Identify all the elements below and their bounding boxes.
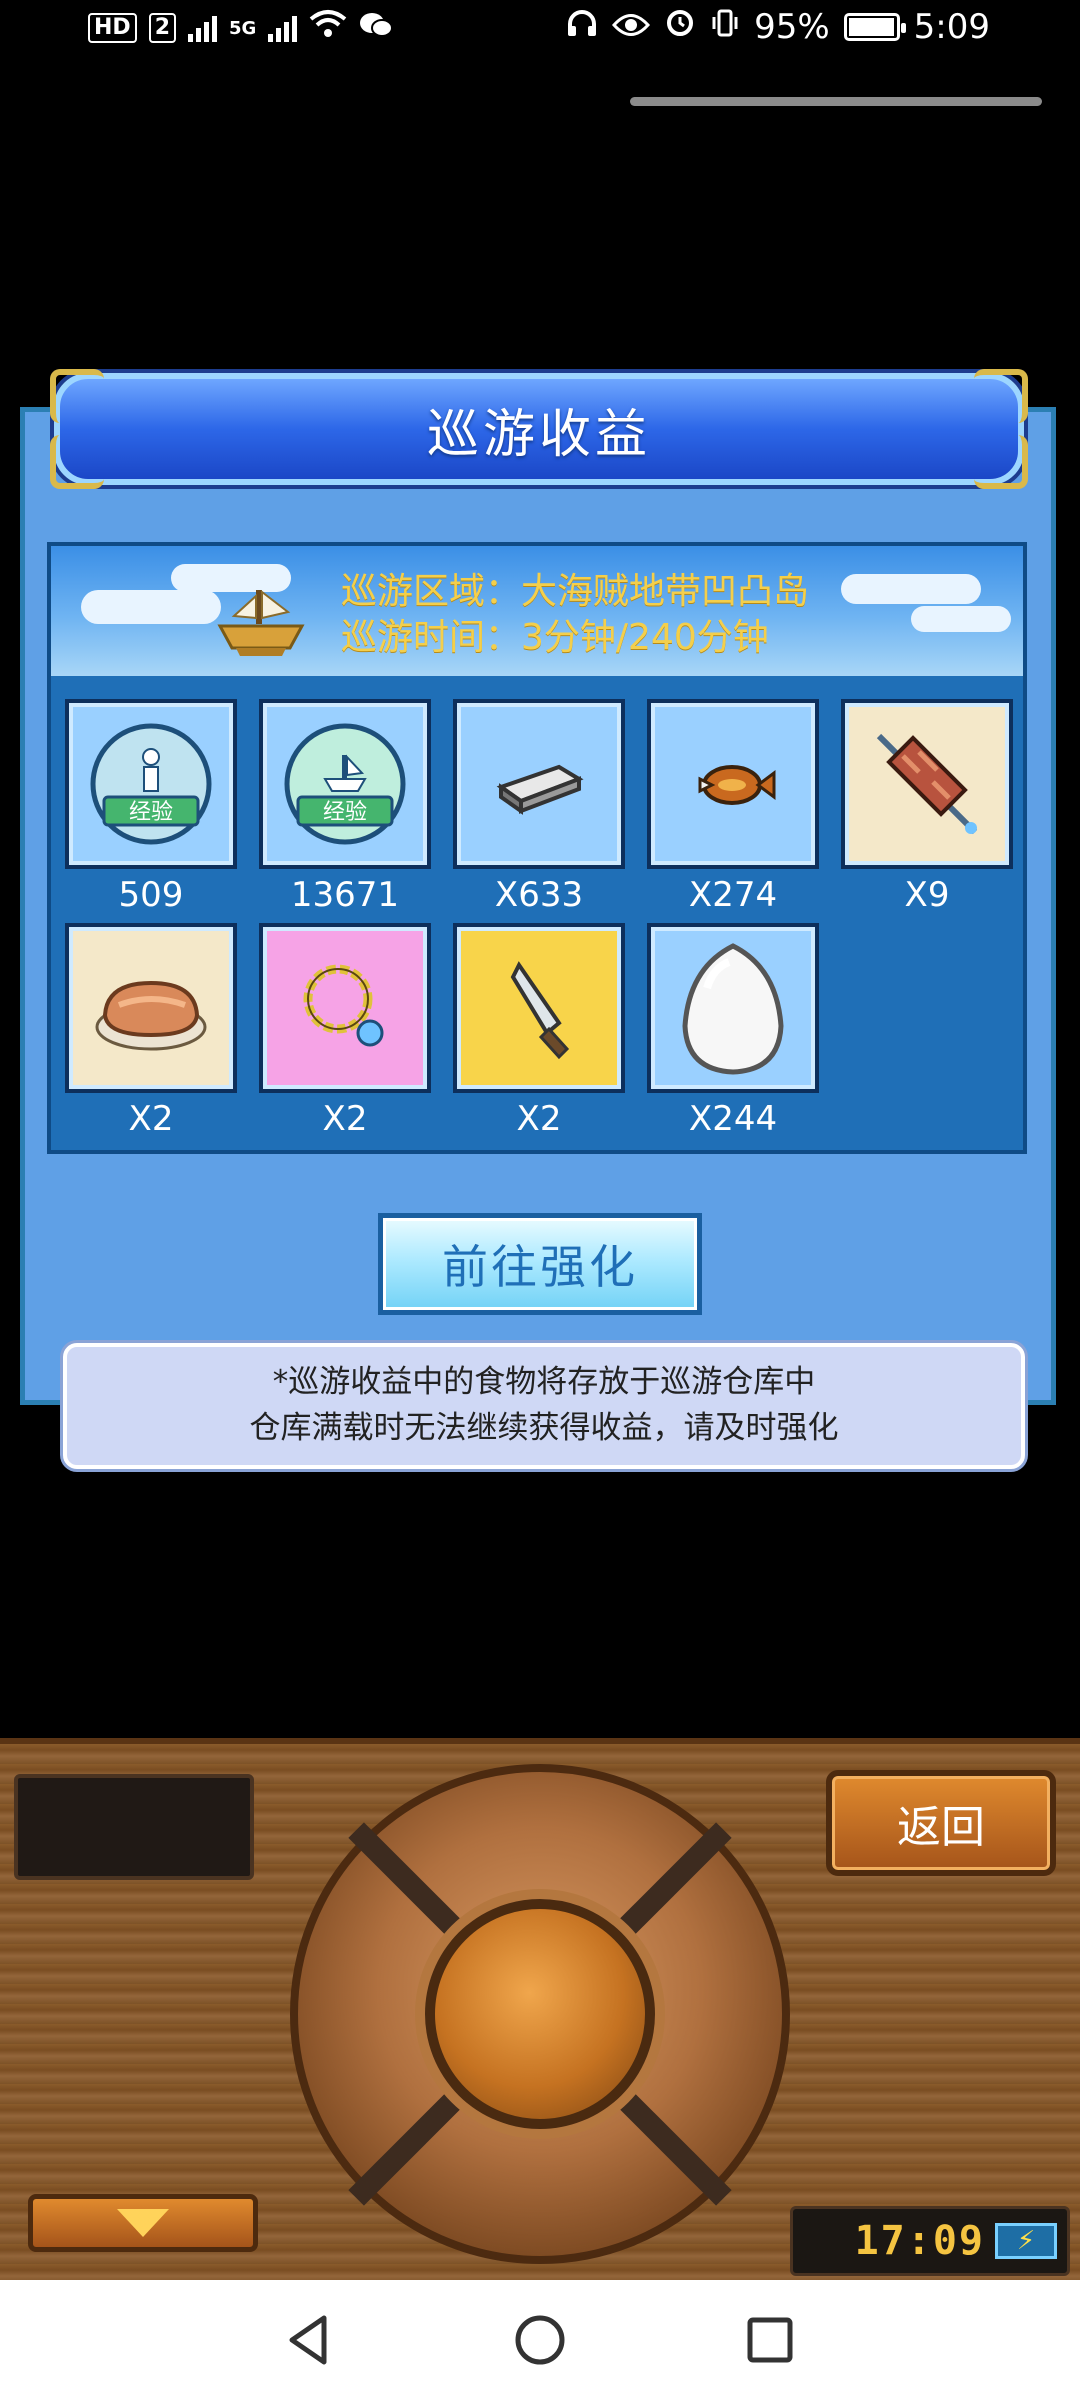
game-clock: 17:09 ⚡ [790, 2206, 1070, 2276]
reward-item[interactable]: X244 [647, 923, 819, 1139]
reward-count: X2 [322, 1099, 368, 1139]
clock-time: 17:09 [854, 2218, 985, 2264]
vibrate-icon [710, 7, 740, 47]
battery-percent: 95% [754, 6, 830, 47]
reward-item[interactable]: X2 [259, 923, 431, 1139]
dialog-header: 巡游收益 [50, 369, 1028, 489]
signal-icon-2 [268, 14, 298, 42]
top-handle-bar [630, 97, 1042, 106]
alarm-icon [664, 6, 696, 47]
iron-bar-icon [496, 764, 584, 815]
exp-ship-icon: 经验 [284, 723, 406, 845]
game-controller: 返回 17:09 ⚡ [0, 1738, 1080, 2280]
reward-count: X274 [688, 875, 778, 915]
exp-person-icon: 经验 [90, 723, 212, 845]
reward-count: X633 [494, 875, 584, 915]
navigation-bar [0, 2280, 1080, 2400]
back-button[interactable]: 返回 [826, 1770, 1056, 1876]
reward-item[interactable]: X9 [841, 699, 1013, 915]
necklace-icon [303, 964, 384, 1047]
steak-plate-icon [95, 980, 207, 1051]
wechat-icon [359, 8, 394, 48]
knife-icon [510, 961, 570, 1060]
collapse-button[interactable] [28, 2194, 258, 2252]
eye-comfort-icon [612, 7, 651, 47]
hd-indicator: HD [88, 13, 137, 43]
battery-icon [843, 12, 906, 41]
reward-item[interactable]: 经验 509 [65, 699, 237, 915]
cruise-ship-icon [216, 582, 306, 662]
down-arrow-icon [117, 2209, 169, 2237]
reward-count: X2 [516, 1099, 562, 1139]
svg-text:经验: 经验 [129, 800, 173, 825]
reward-count: X2 [128, 1099, 174, 1139]
reward-item[interactable]: 经验 13671 [259, 699, 431, 915]
recents-nav-icon[interactable] [740, 2310, 800, 2370]
headphones-icon [566, 7, 598, 47]
home-nav-icon[interactable] [510, 2310, 570, 2370]
notice-line-1: *巡游收益中的食物将存放于巡游仓库中 [272, 1364, 816, 1400]
reward-item[interactable]: X2 [65, 923, 237, 1139]
reward-count: X9 [904, 875, 950, 915]
charging-battery-icon: ⚡ [995, 2223, 1057, 2259]
network-type: 5G [229, 17, 257, 39]
left-screen-panel [14, 1774, 254, 1880]
svg-text:经验: 经验 [323, 800, 367, 825]
back-nav-icon[interactable] [280, 2310, 340, 2370]
status-time: 5:09 [913, 6, 990, 47]
region-text: 巡游区域：大海贼地带凹凸岛 [341, 571, 810, 612]
reward-item[interactable]: X2 [453, 923, 625, 1139]
reward-count: 13671 [290, 875, 400, 915]
signal-icon [188, 14, 217, 42]
rewards-panel: 巡游区域：大海贼地带凹凸岛 巡游时间：3分钟/240分钟 经验 509 经验 1… [47, 542, 1027, 1154]
go-upgrade-button[interactable]: 前往强化 [378, 1213, 702, 1315]
reward-item[interactable]: X633 [453, 699, 625, 915]
egg-icon [682, 943, 784, 1075]
region-banner: 巡游区域：大海贼地带凹凸岛 巡游时间：3分钟/240分钟 [51, 546, 1023, 676]
notice-box: *巡游收益中的食物将存放于巡游仓库中 仓库满载时无法继续获得收益，请及时强化 [63, 1343, 1025, 1469]
reward-item[interactable]: X274 [647, 699, 819, 915]
notice-line-2: 仓库满载时无法继续获得收益，请及时强化 [249, 1410, 839, 1446]
reward-count: X244 [688, 1099, 778, 1139]
dialog-title: 巡游收益 [426, 404, 651, 465]
meat-skewer-icon [876, 733, 978, 835]
dpad[interactable] [290, 1764, 790, 2264]
wifi-icon [309, 8, 347, 48]
sim-indicator: 2 [148, 13, 176, 43]
cruise-time-text: 巡游时间：3分钟/240分钟 [341, 617, 769, 658]
dpad-center-button[interactable] [425, 1899, 655, 2129]
reward-count: 509 [118, 875, 184, 915]
fish-icon [698, 765, 776, 805]
status-bar: HD 2 5G 95% 5:09 [0, 0, 1080, 52]
